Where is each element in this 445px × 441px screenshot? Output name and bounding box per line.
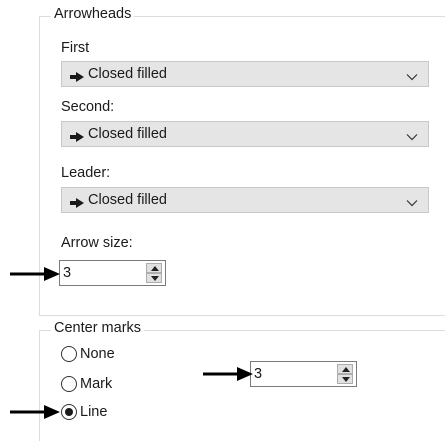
- spin-up-button[interactable]: [337, 364, 353, 374]
- first-arrowhead-dropdown[interactable]: Closed filled: [61, 61, 429, 87]
- spin-up-button[interactable]: [146, 263, 162, 273]
- second-arrowhead-label: Second:: [61, 99, 115, 115]
- second-arrowhead-value: Closed filled: [88, 126, 167, 142]
- radio-label: Line: [80, 404, 108, 420]
- chevron-down-icon[interactable]: [406, 129, 418, 145]
- arrow-size-label: Arrow size:: [61, 235, 133, 251]
- spin-down-button[interactable]: [146, 273, 162, 283]
- closed-filled-arrow-icon: [70, 70, 84, 86]
- closed-filled-arrow-icon: [70, 130, 84, 146]
- arrowheads-group-title: Arrowheads: [51, 5, 135, 23]
- radio-circle[interactable]: [61, 376, 77, 392]
- first-arrowhead-value: Closed filled: [88, 66, 167, 82]
- chevron-down-icon[interactable]: [406, 195, 418, 211]
- radio-label: Mark: [80, 376, 113, 392]
- center-mark-size-spinner[interactable]: 3: [250, 361, 357, 387]
- pointer-arrow-icon: [10, 405, 60, 419]
- first-arrowhead-label: First: [61, 40, 90, 56]
- leader-arrowhead-dropdown[interactable]: Closed filled: [61, 187, 429, 213]
- pointer-arrow-icon: [10, 267, 60, 281]
- closed-filled-arrow-icon: [70, 196, 84, 212]
- radio-circle-selected[interactable]: [61, 404, 77, 420]
- spin-down-button[interactable]: [337, 374, 353, 384]
- center-mark-size-input[interactable]: 3: [254, 365, 262, 383]
- leader-arrowhead-label: Leader:: [61, 165, 111, 181]
- pointer-arrow-icon: [203, 367, 253, 381]
- arrow-size-spin-buttons: [146, 263, 162, 283]
- arrow-size-spinner[interactable]: 3: [59, 260, 166, 286]
- center-marks-group-title: Center marks: [51, 319, 145, 337]
- chevron-down-icon[interactable]: [406, 69, 418, 85]
- leader-arrowhead-value: Closed filled: [88, 192, 167, 208]
- center-mark-size-spin-buttons: [337, 364, 353, 384]
- radio-circle[interactable]: [61, 346, 77, 362]
- second-arrowhead-dropdown[interactable]: Closed filled: [61, 121, 429, 147]
- radio-label: None: [80, 346, 115, 362]
- arrow-size-input[interactable]: 3: [63, 264, 71, 282]
